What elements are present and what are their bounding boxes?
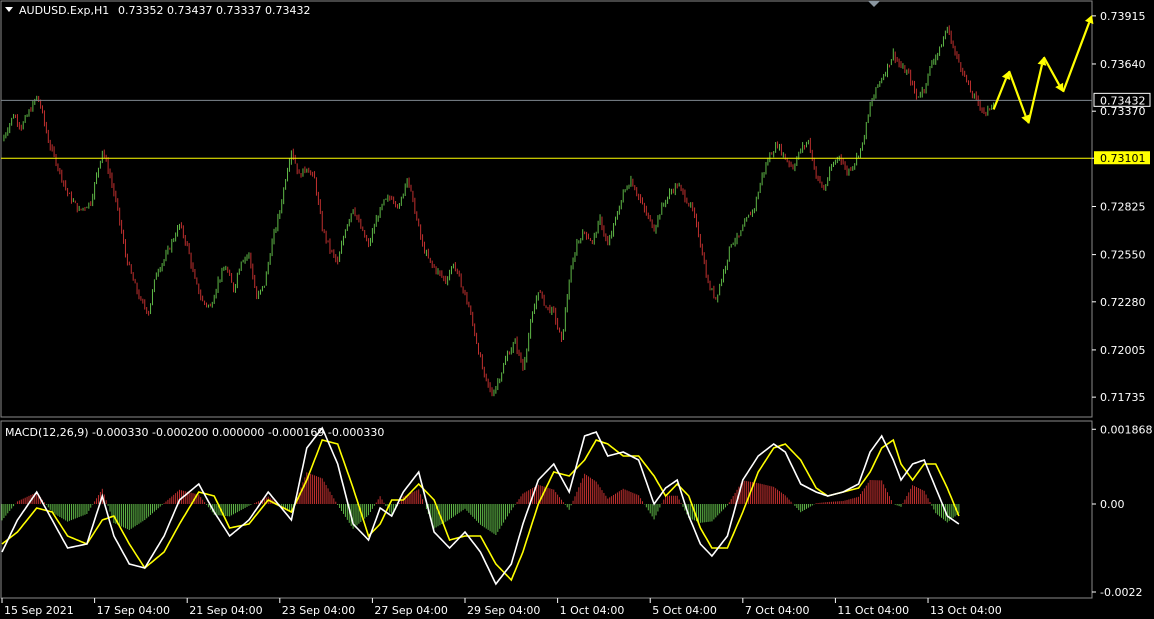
- time-tick-label: 1 Oct 04:00: [560, 604, 625, 617]
- chart-background: [0, 0, 1154, 619]
- ohlc-readout: 0.73352 0.73437 0.73337 0.73432: [118, 4, 310, 17]
- price-axis: 0.739150.736400.733700.731010.728250.725…: [1092, 10, 1146, 404]
- time-tick-label: 29 Sep 04:00: [467, 604, 540, 617]
- time-tick-label: 7 Oct 04:00: [745, 604, 810, 617]
- macd-label: MACD(12,26,9) -0.000330 -0.000200 0.0000…: [5, 426, 384, 439]
- level-tag-text: 0.73101: [1100, 152, 1146, 165]
- time-tick-label: 11 Oct 04:00: [837, 604, 909, 617]
- time-tick-label: 23 Sep 04:00: [282, 604, 355, 617]
- price-tick-label: 0.71735: [1100, 391, 1146, 404]
- price-tick-label: 0.72825: [1100, 201, 1146, 214]
- chart-canvas[interactable]: AUDUSD.Exp,H1 0.73352 0.73437 0.73337 0.…: [0, 0, 1154, 619]
- price-tick-label: 0.72550: [1100, 249, 1146, 262]
- macd-tick-label: -0.0022: [1100, 586, 1142, 599]
- time-tick-label: 27 Sep 04:00: [374, 604, 447, 617]
- time-tick-label: 21 Sep 04:00: [189, 604, 262, 617]
- time-tick-label: 17 Sep 04:00: [97, 604, 170, 617]
- current-price-tag-text: 0.73432: [1100, 94, 1146, 107]
- time-tick-label: 13 Oct 04:00: [930, 604, 1002, 617]
- symbol-label: AUDUSD.Exp,H1: [19, 4, 109, 17]
- price-tick-label: 0.73915: [1100, 10, 1146, 23]
- time-tick-label: 5 Oct 04:00: [652, 604, 717, 617]
- price-tick-label: 0.72280: [1100, 296, 1146, 309]
- time-tick-label: 15 Sep 2021: [4, 604, 74, 617]
- macd-tick-label: 0.00: [1100, 498, 1125, 511]
- price-tick-label: 0.72005: [1100, 344, 1146, 357]
- price-tick-label: 0.73640: [1100, 58, 1146, 71]
- macd-tick-label: 0.001868: [1100, 423, 1153, 436]
